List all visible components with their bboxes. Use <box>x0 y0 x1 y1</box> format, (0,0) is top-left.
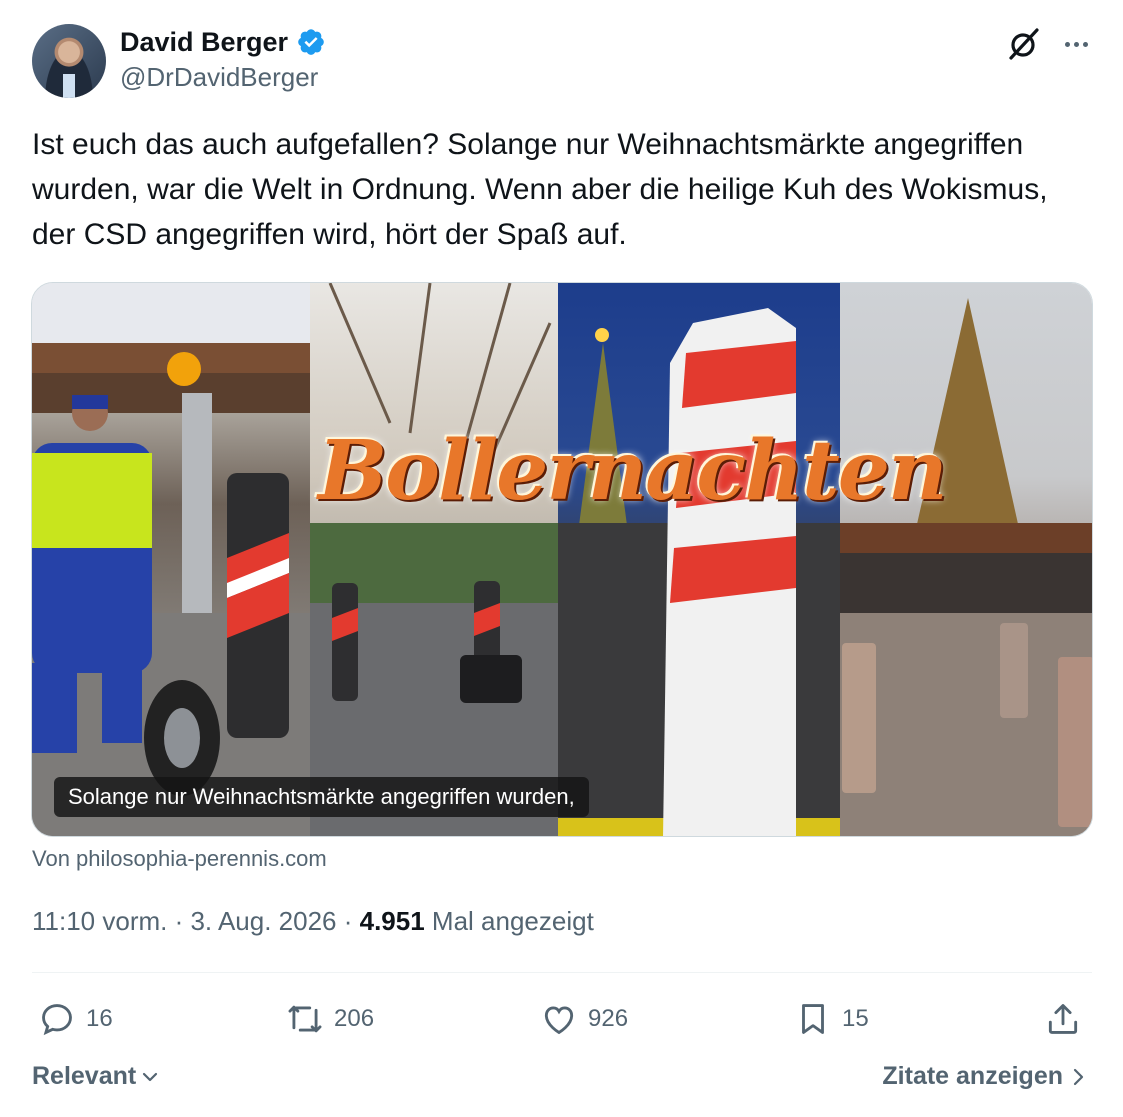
bookmark-button[interactable]: 15 <box>794 996 869 1042</box>
tweet-header: David Berger @DrDavidBerger <box>32 24 1094 100</box>
worker-scene <box>32 283 310 836</box>
tweet-text: Ist euch das auch aufgefallen? Solange n… <box>32 128 1048 251</box>
media-panel-christmas-tree-bollards <box>840 283 1092 836</box>
media-overlay-title: Bollernachten <box>318 423 948 519</box>
view-count: 4.951 <box>359 906 425 936</box>
chevron-right-icon <box>1073 1068 1084 1085</box>
media-video[interactable]: Bollernachten Solange nur Weihnachtsmärk… <box>31 282 1093 837</box>
repost-button[interactable]: 206 <box>286 996 374 1042</box>
quotes-label: Zitate anzeigen <box>882 1062 1063 1090</box>
reply-button[interactable]: 16 <box>38 996 113 1042</box>
tweet-date[interactable]: 3. Aug. 2026 <box>190 906 336 936</box>
border-post-scene <box>558 308 840 836</box>
divider <box>32 972 1092 973</box>
author-handle[interactable]: @DrDavidBerger <box>120 62 318 93</box>
avatar[interactable] <box>32 24 106 98</box>
grok-icon[interactable] <box>1006 26 1042 62</box>
more-icon[interactable] <box>1058 28 1094 60</box>
more-dot <box>1082 41 1088 47</box>
reply-icon <box>42 1004 72 1036</box>
media-source[interactable]: Von philosophia-perennis.com <box>32 846 327 872</box>
author-name[interactable]: David Berger <box>120 27 288 58</box>
share-button[interactable] <box>1044 996 1082 1042</box>
like-button[interactable]: 926 <box>540 996 628 1042</box>
tweet-time[interactable]: 11:10 vorm. <box>32 906 167 936</box>
meta-separator: · <box>167 906 191 936</box>
christmas-market-scene <box>840 298 1092 836</box>
view-quotes-link[interactable]: Zitate anzeigen <box>882 1062 1087 1091</box>
street-scene <box>310 283 558 836</box>
more-dot <box>1073 41 1079 47</box>
bookmark-count: 15 <box>842 1005 869 1032</box>
like-count: 926 <box>588 1005 629 1032</box>
share-icon <box>1048 1004 1078 1034</box>
tweet-meta: 11:10 vorm. · 3. Aug. 2026 · 4.951 Mal a… <box>32 906 594 937</box>
reply-count: 16 <box>86 1005 113 1032</box>
media-panel-border-post <box>558 283 840 836</box>
heart-icon <box>544 1006 574 1035</box>
view-label: Mal angezeigt <box>431 906 594 936</box>
media-panel-worker-bollard <box>32 283 310 836</box>
author-name-row: David Berger <box>120 24 326 60</box>
action-bar: 16 206 926 15 <box>32 996 1092 1042</box>
bookmark-icon <box>802 1004 824 1034</box>
meta-separator: · <box>336 906 360 936</box>
sort-dropdown[interactable]: Relevant <box>32 1062 160 1091</box>
media-panel-street-bollards <box>310 283 558 836</box>
chevron-down-icon <box>143 1072 158 1081</box>
avatar-shirt <box>63 74 75 98</box>
sort-label: Relevant <box>32 1062 137 1090</box>
repost-icon <box>288 1005 322 1033</box>
more-dot <box>1064 41 1070 47</box>
repost-count: 206 <box>334 1005 375 1032</box>
video-caption: Solange nur Weihnachtsmärkte angegriffen… <box>54 777 589 817</box>
verified-badge-icon <box>298 29 324 55</box>
